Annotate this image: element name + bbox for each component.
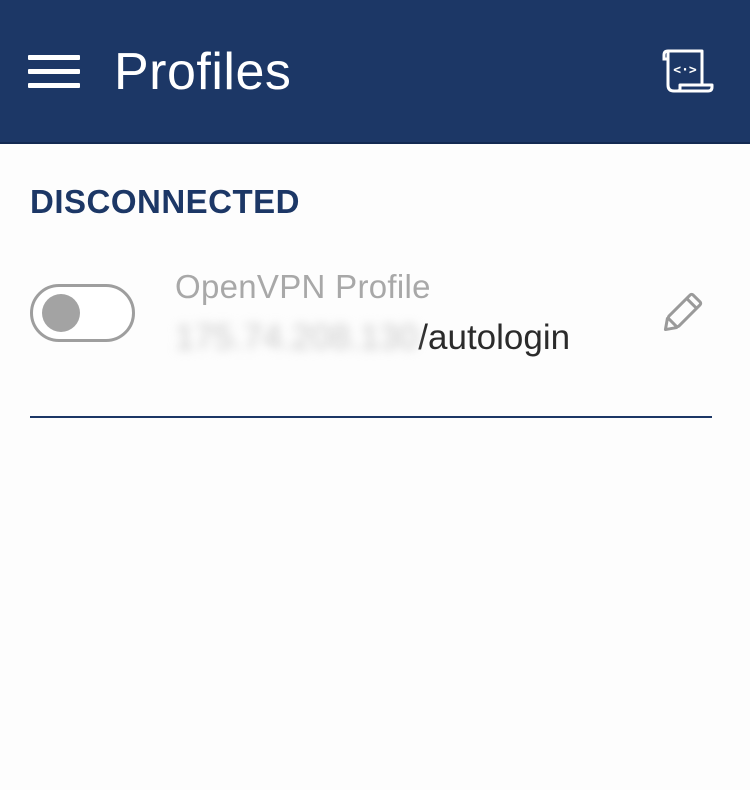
profile-row[interactable]: OpenVPN Profile 175.74.208.130/autologin — [0, 250, 750, 380]
hamburger-menu-icon-bar — [28, 83, 80, 88]
connection-status-header: DISCONNECTED — [30, 183, 301, 220]
toggle-knob — [42, 294, 80, 332]
profile-name: OpenVPN Profile — [175, 268, 431, 305]
profile-host: 175.74.208.130/autologin — [175, 318, 570, 358]
edit-profile-button[interactable] — [655, 288, 707, 340]
hamburger-menu-icon-bar — [28, 55, 80, 60]
app-bar: Profiles <·> — [0, 0, 750, 144]
svg-text:<·>: <·> — [673, 63, 697, 78]
pencil-icon — [663, 292, 703, 332]
page-title: Profiles — [114, 43, 292, 101]
log-button[interactable]: <·> — [658, 45, 714, 97]
redacted-host-address: 175.74.208.130 — [175, 318, 419, 357]
hamburger-menu-button[interactable] — [28, 52, 82, 90]
divider — [30, 416, 712, 418]
log-scroll-icon: <·> — [662, 49, 714, 93]
hamburger-menu-icon-bar — [28, 69, 80, 74]
connect-toggle[interactable] — [30, 284, 135, 342]
host-path: /autologin — [418, 318, 571, 357]
